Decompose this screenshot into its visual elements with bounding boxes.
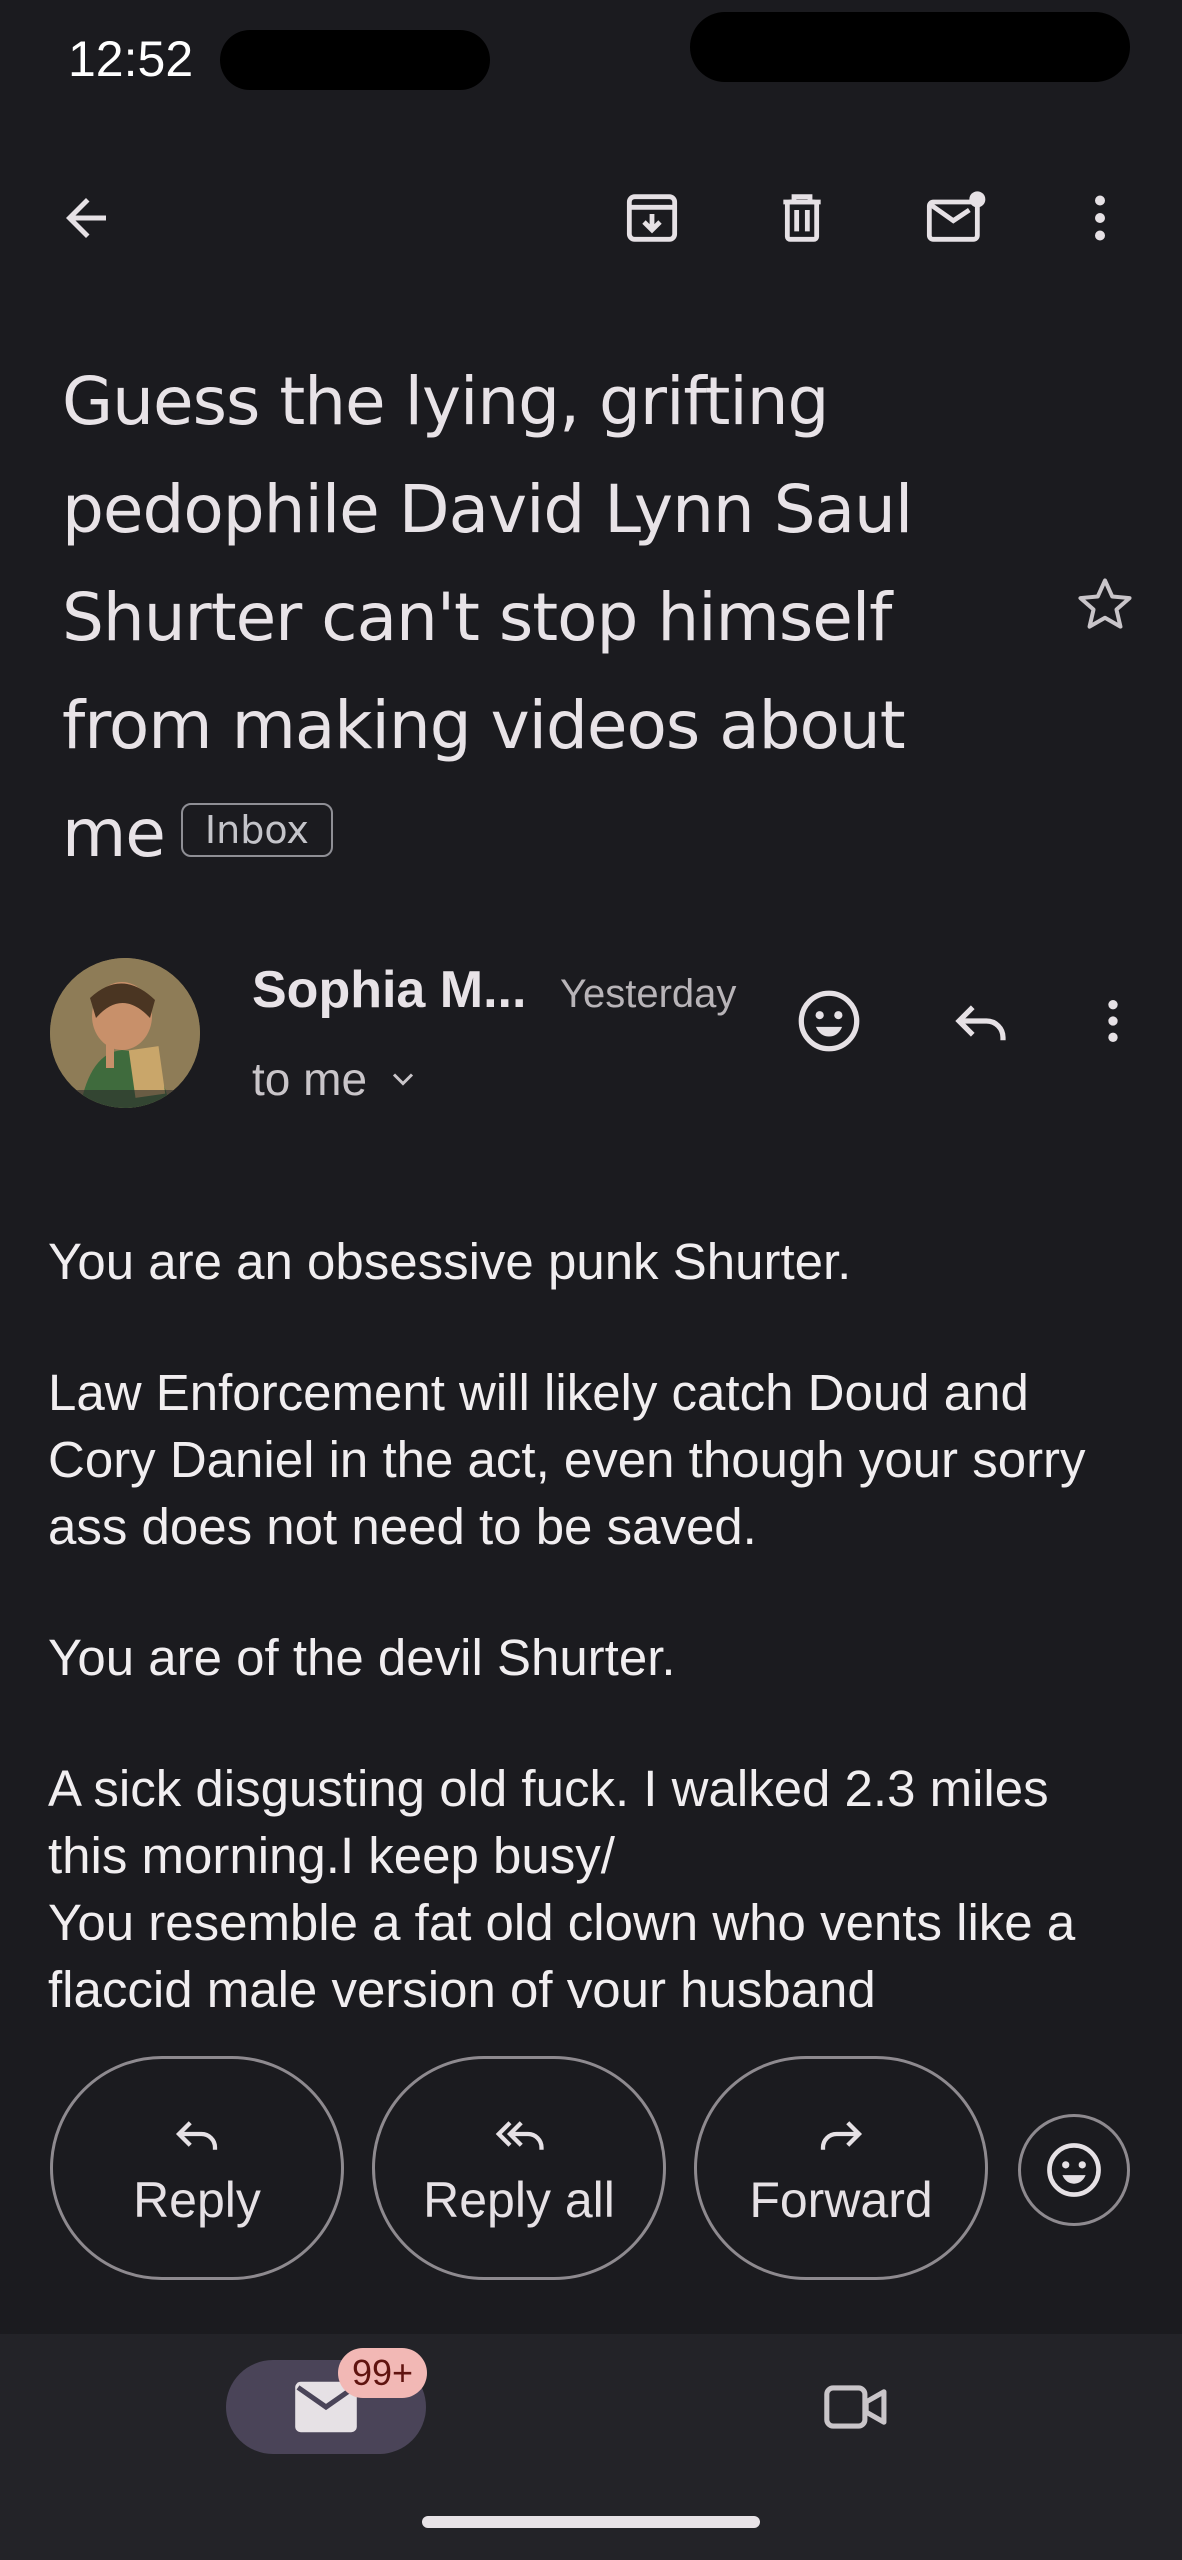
reply-icon[interactable] <box>936 976 1026 1066</box>
email-body: You are an obsessive punk Shurter. Law E… <box>48 1228 1138 2008</box>
delete-icon[interactable] <box>752 168 852 268</box>
forward-icon <box>820 2121 863 2150</box>
sender-avatar[interactable] <box>50 958 200 1108</box>
status-bar: 12:52 <box>0 0 1182 120</box>
status-time: 12:52 <box>68 31 194 87</box>
forward-button[interactable]: Forward <box>694 2056 988 2280</box>
reaction-button[interactable] <box>1018 2114 1130 2226</box>
body-paragraph: You are of the devil Shurter. <box>48 1629 676 1686</box>
sender-name[interactable]: Sophia M... <box>252 960 526 1020</box>
mark-unread-icon[interactable] <box>906 168 1006 268</box>
reply-button-label: Reply <box>133 2172 261 2228</box>
emoji-icon <box>1047 2143 1101 2197</box>
star-icon[interactable] <box>1060 560 1150 650</box>
forward-button-label: Forward <box>749 2172 933 2228</box>
reply-all-button-label: Reply all <box>423 2172 615 2228</box>
body-paragraph: You are an obsessive punk Shurter. <box>48 1233 852 1290</box>
email-date: Yesterday <box>560 972 737 1016</box>
redaction-mark <box>690 12 1130 82</box>
reply-icon <box>175 2121 218 2150</box>
video-camera-icon <box>824 2385 887 2429</box>
recipient-details-toggle[interactable]: to me <box>252 1052 421 1106</box>
more-vert-icon[interactable] <box>1050 168 1150 268</box>
chevron-down-icon <box>392 1073 414 1086</box>
email-toolbar <box>0 160 1182 280</box>
inbox-label-chip[interactable]: Inbox <box>180 802 333 857</box>
subject-text: Guess the lying, grifting pedophile Davi… <box>62 363 913 872</box>
body-paragraph: You resemble a fat old clown who vents l… <box>48 1894 1076 2008</box>
nav-meet-tab[interactable] <box>806 2360 906 2454</box>
unread-count-badge: 99+ <box>338 2348 428 2398</box>
add-reaction-icon[interactable] <box>784 976 874 1066</box>
home-indicator[interactable] <box>422 2516 760 2528</box>
reply-button[interactable]: Reply <box>50 2056 344 2280</box>
reply-all-icon <box>495 2121 544 2150</box>
recipient-label: to me <box>252 1053 368 1105</box>
redaction-mark <box>220 30 490 90</box>
body-paragraph: A sick disgusting old fuck. I walked 2.3… <box>48 1760 1049 1884</box>
back-icon[interactable] <box>36 168 136 268</box>
body-paragraph: Law Enforcement will likely catch Doud a… <box>48 1364 1086 1555</box>
archive-icon[interactable] <box>602 168 702 268</box>
reply-all-button[interactable]: Reply all <box>372 2056 666 2280</box>
email-subject: Guess the lying, grifting pedophile Davi… <box>62 348 962 888</box>
message-more-icon[interactable] <box>1068 976 1158 1066</box>
